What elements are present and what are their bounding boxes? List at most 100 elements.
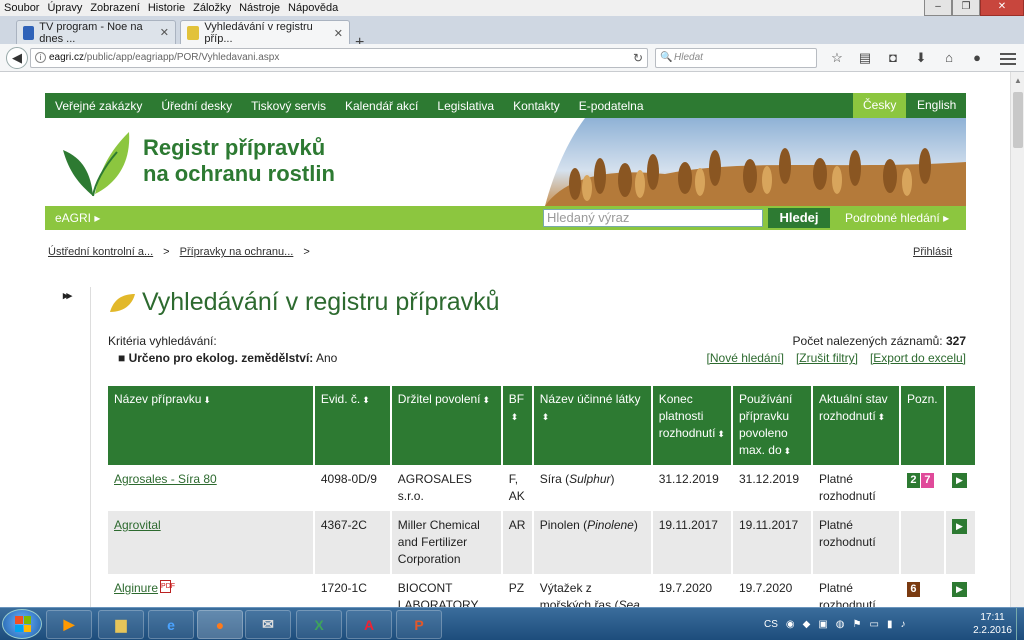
vlc-taskbar-icon[interactable]: ▶ [46, 610, 92, 639]
reading-list-icon[interactable]: ▤ [851, 48, 879, 68]
tray-app-icon[interactable]: ◍ [836, 619, 845, 630]
sort-icon[interactable]: ⬍ [362, 395, 370, 405]
product-link[interactable]: Alginure [114, 581, 158, 595]
clear-filters-link[interactable]: [Zrušit filtry] [796, 351, 858, 365]
site-info-icon[interactable]: i [35, 52, 46, 63]
url-bar[interactable]: i eagri.cz/public/app/eagriapp/POR/Vyhle… [30, 48, 648, 68]
sort-icon[interactable]: ⬍ [483, 395, 491, 405]
chat-icon[interactable]: ● [963, 48, 991, 68]
lang-czech[interactable]: Česky [853, 93, 907, 118]
powerpoint-taskbar-icon[interactable]: P [396, 610, 442, 639]
scroll-up-icon[interactable]: ▲ [1014, 76, 1022, 85]
back-button[interactable]: ◀ [6, 47, 28, 69]
nav-tiskovy-servis[interactable]: Tiskový servis [241, 99, 335, 113]
header-drzitel[interactable]: Držitel povolení ⬍ [390, 386, 503, 465]
header-nazev[interactable]: Název přípravku ⬇ [108, 386, 315, 465]
tab-close-icon[interactable]: ✕ [328, 27, 343, 40]
sort-desc-icon[interactable]: ⬇ [203, 395, 211, 405]
tray-app-icon[interactable]: ◆ [803, 619, 811, 630]
nav-e-podatelna[interactable]: E-podatelna [569, 99, 653, 113]
new-search-link[interactable]: [Nové hledání] [707, 351, 784, 365]
tray-app-icon[interactable]: ▣ [818, 619, 827, 630]
product-link[interactable]: Agrosales - Síra 80 [114, 472, 217, 486]
menu-zobrazeni[interactable]: Zobrazení [86, 2, 144, 14]
pocket-icon[interactable]: ◘ [879, 48, 907, 68]
header-evid[interactable]: Evid. č. ⬍ [313, 386, 392, 465]
mail-taskbar-icon[interactable]: ✉ [245, 610, 291, 639]
browser-search-input[interactable]: 🔍 Hledat [655, 48, 817, 68]
header-ucinna-latka[interactable]: Název účinné látky ⬍ [532, 386, 653, 465]
scroll-thumb[interactable] [1013, 92, 1023, 148]
tray-app-icon[interactable]: ◉ [786, 619, 795, 630]
firefox-taskbar-icon[interactable]: ● [197, 610, 243, 639]
nav-legislativa[interactable]: Legislativa [427, 99, 503, 113]
header-pouzivani[interactable]: Používání přípravku povoleno max. do ⬍ [731, 386, 813, 465]
pdf-icon[interactable]: PDF [160, 580, 175, 593]
display-icon[interactable]: ▭ [870, 619, 879, 630]
network-icon[interactable]: ▮ [887, 619, 893, 630]
product-link[interactable]: Agrovital [114, 518, 161, 532]
tab-registr[interactable]: Vyhledávání v registru příp... ✕ [180, 20, 350, 45]
sort-icon[interactable]: ⬍ [511, 412, 519, 422]
header-konec-platnosti[interactable]: Konec platnosti rozhodnutí ⬍ [651, 386, 733, 465]
acrobat-taskbar-icon[interactable]: A [346, 610, 392, 639]
note-badge[interactable]: 7 [920, 473, 934, 488]
bookmark-star-icon[interactable]: ☆ [823, 48, 851, 68]
eagri-link[interactable]: eAGRI ▸ [55, 206, 100, 230]
row-detail-arrow-icon[interactable]: ▶ [951, 473, 967, 488]
nav-kalendar-akci[interactable]: Kalendář akcí [335, 99, 427, 113]
sort-icon[interactable]: ⬍ [784, 446, 792, 456]
header-action [944, 386, 975, 465]
sort-icon[interactable]: ⬍ [878, 412, 886, 422]
breadcrumb-ukzuz[interactable]: Ústřední kontrolní a... [48, 246, 153, 258]
minimize-button[interactable]: – [924, 0, 952, 16]
flag-icon[interactable]: ⚑ [853, 619, 862, 630]
menu-zalozky[interactable]: Záložky [189, 2, 235, 14]
row-detail-arrow-icon[interactable]: ▶ [951, 582, 967, 597]
sort-icon[interactable]: ⬍ [717, 429, 725, 439]
show-desktop-button[interactable] [1016, 608, 1024, 640]
lang-english[interactable]: English [907, 93, 966, 118]
sidebar-toggle-icon[interactable]: ▸▸ [63, 289, 72, 302]
language-indicator[interactable]: CS [764, 619, 778, 630]
nav-verejne-zakazky[interactable]: Veřejné zakázky [45, 99, 151, 113]
clock[interactable]: 17:11 2.2.2016 [973, 611, 1012, 637]
tab-bar: TV program - Noe na dnes ... ✕ Vyhledává… [0, 16, 1024, 51]
tab-tv-program[interactable]: TV program - Noe na dnes ... ✕ [16, 20, 176, 45]
menu-historie[interactable]: Historie [144, 2, 189, 14]
advanced-search-link[interactable]: Podrobné hledání ▸ [845, 206, 949, 230]
menu-upravy[interactable]: Úpravy [43, 2, 86, 14]
reload-icon[interactable]: ↻ [633, 49, 643, 67]
volume-icon[interactable]: ♪ [900, 619, 905, 630]
downloads-icon[interactable]: ⬇ [907, 48, 935, 68]
maximize-button[interactable]: ❐ [952, 0, 980, 16]
sort-icon[interactable]: ⬍ [542, 412, 550, 422]
explorer-taskbar-icon[interactable]: ▆ [98, 610, 144, 639]
search-button[interactable]: Hledej [768, 208, 830, 228]
excel-taskbar-icon[interactable]: X [296, 610, 342, 639]
tab-close-icon[interactable]: ✕ [154, 26, 169, 39]
hamburger-menu-icon[interactable] [1000, 50, 1016, 68]
menu-napoveda[interactable]: Nápověda [284, 2, 342, 14]
note-badge[interactable]: 6 [906, 582, 920, 597]
home-icon[interactable]: ⌂ [935, 48, 963, 68]
login-link[interactable]: Přihlásit [913, 246, 952, 258]
close-window-button[interactable]: ✕ [980, 0, 1024, 16]
nav-uredni-desky[interactable]: Úřední desky [151, 99, 241, 113]
note-badge[interactable]: 2 [906, 473, 920, 488]
site-title[interactable]: Registr přípravků na ochranu rostlin [143, 135, 335, 187]
site-search-input[interactable]: Hledaný výraz [543, 209, 763, 227]
breadcrumb-pripravky[interactable]: Přípravky na ochranu... [180, 246, 294, 258]
menu-soubor[interactable]: Soubor [0, 2, 43, 14]
header-stav[interactable]: Aktuální stav rozhodnutí ⬍ [811, 386, 901, 465]
nav-kontakty[interactable]: Kontakty [503, 99, 569, 113]
start-button[interactable] [2, 609, 42, 639]
ie-taskbar-icon[interactable]: e [148, 610, 194, 639]
menu-nastroje[interactable]: Nástroje [235, 2, 284, 14]
row-detail-arrow-icon[interactable]: ▶ [951, 519, 967, 534]
export-excel-link[interactable]: [Export do excelu] [870, 351, 966, 365]
cell-drzitel: AGROSALES s.r.o. [390, 465, 503, 511]
header-bf[interactable]: BF ⬍ [501, 386, 534, 465]
page-scrollbar[interactable]: ▲ [1010, 72, 1024, 607]
leaf-logo-icon[interactable] [57, 124, 133, 200]
